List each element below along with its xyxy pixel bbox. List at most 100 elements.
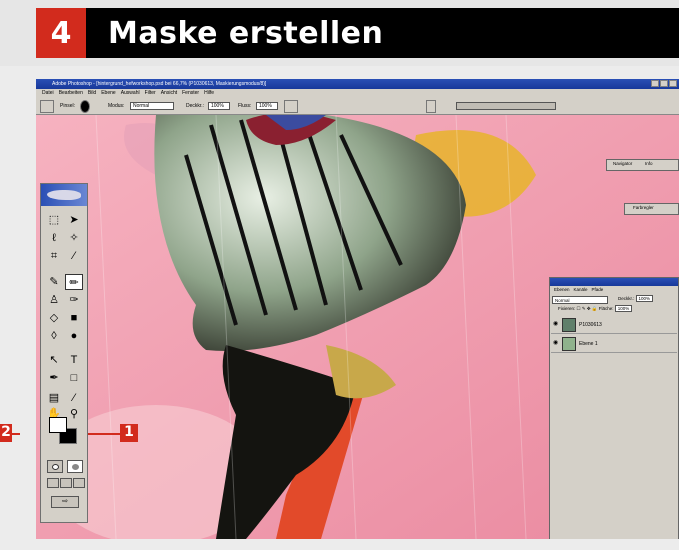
color-panel: Farbregler xyxy=(624,203,679,215)
layer-opacity-label: Deckkr.: xyxy=(618,296,635,301)
history-brush-tool-icon[interactable]: ✑ xyxy=(65,292,83,308)
brush-tool-preset-icon[interactable] xyxy=(40,100,54,113)
photoshop-screenshot: Adobe Photoshop - [hintergrund_hefworksh… xyxy=(36,79,679,539)
jump-to-imageready-icon[interactable]: ⇨ xyxy=(51,496,79,508)
slice-tool-icon[interactable]: ⁄ xyxy=(65,248,83,264)
menu-bar: Datei Bearbeiten Bild Ebene Auswahl Filt… xyxy=(36,89,679,98)
marquee-tool-icon[interactable]: ⬚ xyxy=(45,212,63,228)
menu-auswahl[interactable]: Auswahl xyxy=(121,89,140,98)
flow-field[interactable]: 100% xyxy=(256,102,278,110)
menu-datei[interactable]: Datei xyxy=(42,89,54,98)
brush-tool-icon[interactable]: ✏ xyxy=(65,274,83,290)
document-canvas[interactable]: ⬚ ➤ ℓ ✧ ⌗ ⁄ ✎ ✏ ♙ ✑ ◇ ■ ◊ ● ↖ T ✒ □ ▤ ⁄ xyxy=(36,115,679,539)
pen-tool-icon[interactable]: ✒ xyxy=(45,370,63,386)
navigator-panel: Navigator Info xyxy=(606,159,679,171)
tab-color[interactable]: Farbregler xyxy=(631,204,656,212)
maximize-button[interactable] xyxy=(660,80,668,87)
layer-opacity: Deckkr.: 100% xyxy=(618,295,654,302)
layers-panel-header xyxy=(550,278,678,286)
brush-label: Pinsel: xyxy=(60,103,76,109)
options-bar: Pinsel: Modus: Normal Deckkr.: 100% Flus… xyxy=(36,98,679,115)
eye-icon[interactable]: ◉ xyxy=(553,321,559,327)
window-controls xyxy=(651,80,677,87)
layer-row[interactable]: ◉ Ebene 1 xyxy=(551,335,677,353)
flow-label: Fluss: xyxy=(238,103,252,109)
zoom-tool-icon[interactable]: ⚲ xyxy=(65,406,83,422)
tutorial-page: 4 Maske erstellen Adobe Photoshop - [hin… xyxy=(0,0,679,550)
crop-tool-icon[interactable]: ⌗ xyxy=(45,248,63,264)
palette-well[interactable] xyxy=(456,102,556,110)
tab-paths[interactable]: Pfade xyxy=(592,286,604,294)
opacity-field[interactable]: 100% xyxy=(208,102,230,110)
minimize-button[interactable] xyxy=(651,80,659,87)
callout-1: 1 xyxy=(120,424,138,442)
gradient-tool-icon[interactable]: ■ xyxy=(65,310,83,326)
move-tool-icon[interactable]: ➤ xyxy=(65,212,83,228)
blur-tool-icon[interactable]: ◊ xyxy=(45,328,63,344)
layer-thumbnail xyxy=(562,318,576,332)
step-header: 4 Maske erstellen xyxy=(36,8,679,58)
lock-row: Fixieren: ☐ ✎ ✥ 🔒 Fläche: 100% xyxy=(558,305,633,312)
mode-label: Modus: xyxy=(108,103,125,109)
eye-icon[interactable]: ◉ xyxy=(553,340,559,346)
window-title: Adobe Photoshop - [hintergrund_hefworksh… xyxy=(52,81,267,87)
tab-info[interactable]: Info xyxy=(643,160,655,168)
brush-size-icon[interactable] xyxy=(80,100,90,113)
standard-screen-mode-icon[interactable] xyxy=(47,478,59,488)
menu-ebene[interactable]: Ebene xyxy=(101,89,115,98)
foreground-color-swatch[interactable] xyxy=(49,417,67,433)
menu-bild[interactable]: Bild xyxy=(88,89,96,98)
menu-hilfe[interactable]: Hilfe xyxy=(204,89,214,98)
rectangle-tool-icon[interactable]: □ xyxy=(65,370,83,386)
layers-panel: Ebenen Kanäle Pfade Normal Deckkr.: 100%… xyxy=(549,277,679,539)
layer-name: Ebene 1 xyxy=(579,341,598,347)
lasso-tool-icon[interactable]: ℓ xyxy=(45,230,63,246)
lock-label: Fixieren: xyxy=(558,306,576,311)
notes-tool-icon[interactable]: ▤ xyxy=(45,390,63,406)
tab-channels[interactable]: Kanäle xyxy=(574,286,588,294)
magic-wand-tool-icon[interactable]: ✧ xyxy=(65,230,83,246)
quick-mask-mode-button[interactable] xyxy=(67,460,83,473)
lock-icons[interactable]: ☐ ✎ ✥ 🔒 xyxy=(577,306,599,311)
tab-layers[interactable]: Ebenen xyxy=(554,286,570,294)
layer-name: P1030613 xyxy=(579,322,602,328)
tab-navigator[interactable]: Navigator xyxy=(611,160,634,168)
eraser-tool-icon[interactable]: ◇ xyxy=(45,310,63,326)
feather-logo-icon xyxy=(47,190,81,200)
palette-well-icon[interactable] xyxy=(426,100,436,113)
healing-brush-tool-icon[interactable]: ✎ xyxy=(45,274,63,290)
full-screen-mode-icon[interactable] xyxy=(73,478,85,488)
step-title: Maske erstellen xyxy=(108,15,384,51)
callout-1-line xyxy=(88,433,120,435)
blend-mode-select[interactable]: Normal xyxy=(552,296,608,304)
callout-2: 2 xyxy=(0,424,12,442)
menu-fenster[interactable]: Fenster xyxy=(182,89,199,98)
step-banner: 4 Maske erstellen xyxy=(0,0,679,66)
menu-ansicht[interactable]: Ansicht xyxy=(161,89,177,98)
standard-mode-icon xyxy=(52,464,59,470)
opacity-label: Deckkr.: xyxy=(186,103,205,109)
layer-row[interactable]: ◉ P1030613 xyxy=(551,316,677,334)
mode-select[interactable]: Normal xyxy=(130,102,174,110)
quick-mask-icon xyxy=(72,464,79,470)
menu-bearbeiten[interactable]: Bearbeiten xyxy=(59,89,83,98)
clone-stamp-tool-icon[interactable]: ♙ xyxy=(45,292,63,308)
toolbox-header xyxy=(41,184,87,206)
toolbox: ⬚ ➤ ℓ ✧ ⌗ ⁄ ✎ ✏ ♙ ✑ ◇ ■ ◊ ● ↖ T ✒ □ ▤ ⁄ xyxy=(40,183,88,523)
fill-label: Fläche: xyxy=(598,306,614,311)
airbrush-icon[interactable] xyxy=(284,100,298,113)
layer-opacity-value[interactable]: 100% xyxy=(635,295,654,302)
dodge-tool-icon[interactable]: ● xyxy=(65,328,83,344)
type-tool-icon[interactable]: T xyxy=(65,352,83,368)
menu-filter[interactable]: Filter xyxy=(145,89,156,98)
eyedropper-tool-icon[interactable]: ⁄ xyxy=(65,390,83,406)
step-number: 4 xyxy=(36,8,86,58)
close-button[interactable] xyxy=(669,80,677,87)
full-screen-menu-mode-icon[interactable] xyxy=(60,478,72,488)
standard-mode-button[interactable] xyxy=(47,460,63,473)
path-selection-tool-icon[interactable]: ↖ xyxy=(45,352,63,368)
fill-value[interactable]: 100% xyxy=(614,305,633,312)
layers-panel-tabs: Ebenen Kanäle Pfade xyxy=(550,286,678,294)
window-titlebar: Adobe Photoshop - [hintergrund_hefworksh… xyxy=(36,79,679,89)
layer-thumbnail xyxy=(562,337,576,351)
